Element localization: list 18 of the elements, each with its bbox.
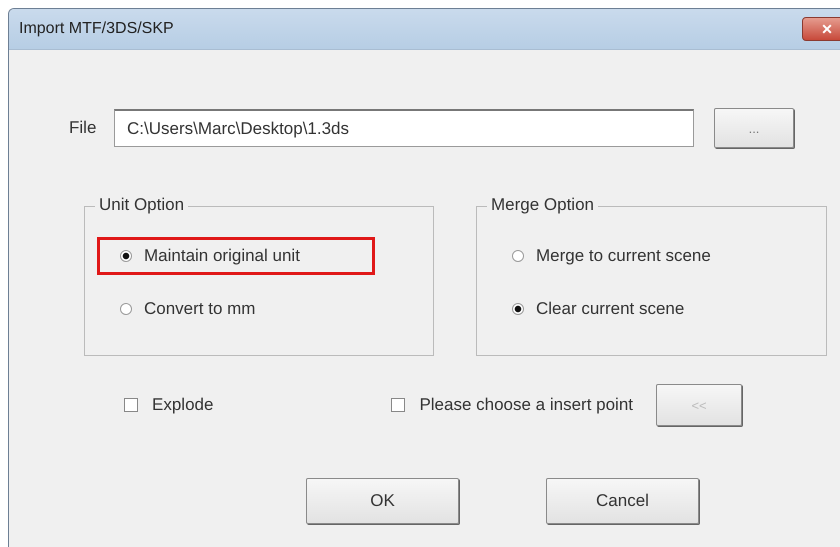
group-title: Unit Option <box>95 195 188 215</box>
insert-point-checkbox[interactable]: Please choose a insert point <box>391 395 634 415</box>
file-path-field[interactable]: C:\Users\Marc\Desktop\1.3ds <box>114 109 694 147</box>
file-label: File <box>69 118 98 138</box>
radio-option[interactable]: Clear current scene <box>489 290 767 328</box>
browse-button[interactable]: ... <box>714 108 794 148</box>
window-title: Import MTF/3DS/SKP <box>19 20 174 38</box>
explode-checkbox[interactable]: Explode <box>124 395 214 415</box>
radio-button[interactable] <box>120 250 132 262</box>
radio-option[interactable]: Merge to current scene <box>489 237 767 275</box>
cancel-button[interactable]: Cancel <box>546 478 699 524</box>
radio-option[interactable]: Convert to mm <box>97 290 375 328</box>
radio-button[interactable] <box>512 250 524 262</box>
radio-button[interactable] <box>120 303 132 315</box>
group-title: Merge Option <box>487 195 598 215</box>
radio-button[interactable] <box>512 303 524 315</box>
highlighted-radio-option[interactable]: Maintain original unit <box>97 237 375 275</box>
ok-button[interactable]: OK <box>306 478 459 524</box>
